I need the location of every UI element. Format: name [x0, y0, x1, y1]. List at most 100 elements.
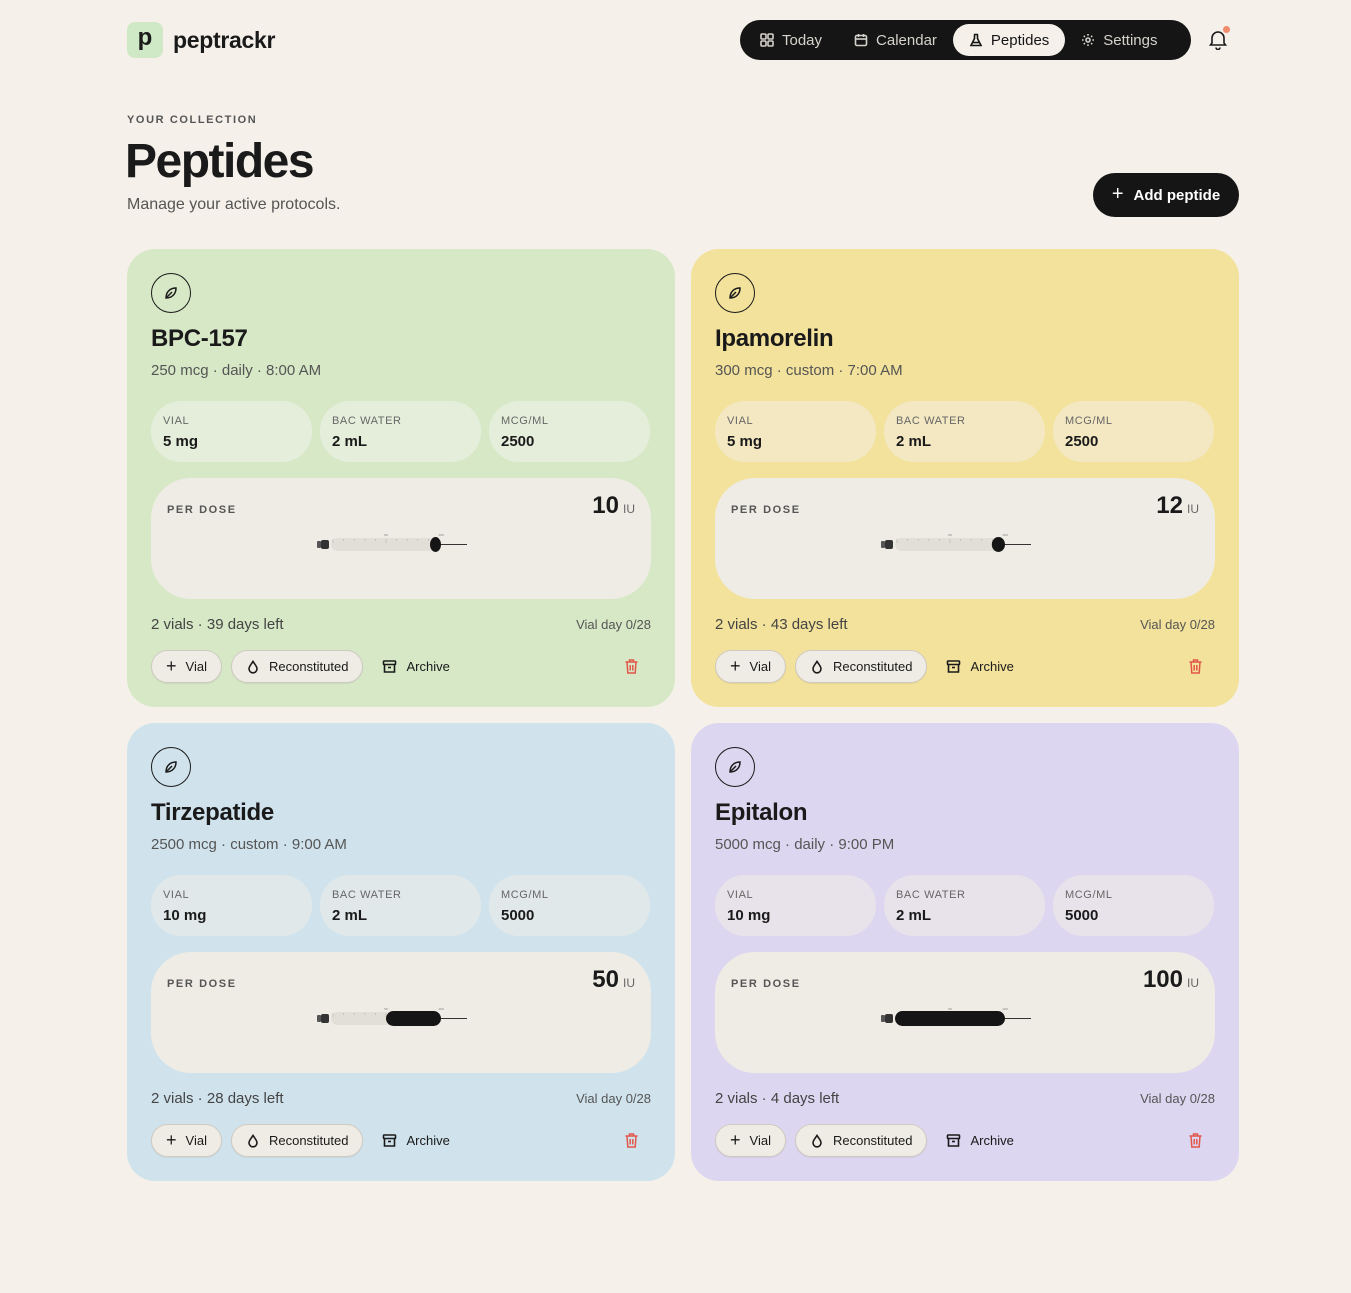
main-nav: Today Calendar Peptides Settings	[740, 20, 1191, 60]
stat-bac-water: BAC WATER 2 mL	[320, 875, 481, 936]
stat-concentration-value: 5000	[501, 907, 535, 924]
trash-icon	[625, 659, 638, 674]
archive-label: Archive	[970, 659, 1014, 674]
leaf-icon	[151, 747, 191, 787]
archive-label: Archive	[406, 659, 450, 674]
nav-calendar[interactable]: Calendar	[838, 24, 953, 56]
per-dose-label: PER DOSE	[167, 978, 237, 990]
notifications-button[interactable]	[1207, 26, 1231, 52]
syringe-plunger-end	[885, 1014, 893, 1023]
peptide-stats: VIAL 10 mg BAC WATER 2 mL MCG/ML 5000	[715, 875, 1214, 936]
droplet-icon	[248, 659, 258, 674]
grid-icon	[760, 33, 774, 47]
add-vial-button[interactable]: + Vial	[715, 1124, 786, 1157]
syringe-cap	[881, 1015, 885, 1022]
trash-icon	[1189, 659, 1202, 674]
nav-peptides[interactable]: Peptides	[952, 24, 1066, 56]
archive-icon	[383, 1134, 397, 1147]
nav-settings[interactable]: Settings	[1065, 24, 1173, 56]
peptide-stats: VIAL 5 mg BAC WATER 2 mL MCG/ML 2500	[151, 401, 650, 462]
per-dose-amount: 12 IU	[1156, 492, 1199, 520]
leaf-icon	[715, 747, 755, 787]
stat-concentration-label: MCG/ML	[1065, 415, 1113, 427]
stat-concentration: MCG/ML 5000	[489, 875, 650, 936]
delete-button[interactable]	[624, 1132, 639, 1149]
brand-mark: p	[127, 22, 163, 58]
reconstituted-button[interactable]: Reconstituted	[794, 650, 928, 683]
stat-bac-water-value: 2 mL	[332, 433, 368, 450]
nav-peptides-label: Peptides	[990, 31, 1050, 49]
syringe-mark-100: 100	[438, 534, 444, 537]
per-dose-unit: IU	[623, 502, 635, 516]
syringe-mark-50: 50	[948, 1008, 952, 1011]
add-vial-button[interactable]: + Vial	[151, 650, 222, 683]
add-vial-button[interactable]: + Vial	[151, 1124, 222, 1157]
plus-icon: +	[166, 1129, 177, 1150]
syringe-gauge: 50 100	[881, 534, 1031, 552]
brand-logo[interactable]: p peptrackr	[127, 22, 275, 58]
per-dose-value: 100	[1142, 966, 1183, 993]
peptide-stats: VIAL 10 mg BAC WATER 2 mL MCG/ML 5000	[151, 875, 650, 936]
syringe-gauge: 50 100	[881, 1008, 1031, 1026]
stat-concentration-value: 2500	[501, 433, 535, 450]
reconstituted-label: Reconstituted	[832, 1133, 913, 1148]
archive-button[interactable]: Archive	[372, 1124, 459, 1157]
per-dose-value: 12	[1156, 492, 1183, 519]
archive-button[interactable]: Archive	[936, 650, 1023, 683]
add-vial-button[interactable]: + Vial	[715, 650, 786, 683]
per-dose-panel: PER DOSE 100 IU 50 100	[715, 952, 1215, 1073]
nav-today[interactable]: Today	[744, 24, 838, 56]
peptide-schedule: 300 mcg · custom · 7:00 AM	[715, 362, 903, 379]
stat-concentration-label: MCG/ML	[501, 889, 549, 901]
page-title: Peptides	[125, 135, 315, 188]
gear-icon	[1082, 34, 1095, 46]
stat-vial-value: 10 mg	[163, 907, 207, 924]
card-actions: + Vial Reconstituted Archive	[715, 650, 1024, 683]
peptide-schedule: 5000 mcg · daily · 9:00 PM	[715, 836, 895, 853]
stat-bac-water: BAC WATER 2 mL	[884, 401, 1045, 462]
syringe-mark-100: 100	[1002, 534, 1008, 537]
stat-bac-water-value: 2 mL	[896, 907, 932, 924]
stat-vial: VIAL 10 mg	[151, 875, 312, 936]
stat-bac-water-label: BAC WATER	[332, 889, 402, 901]
plus-icon: +	[730, 1129, 741, 1150]
page-subtitle: Manage your active protocols.	[127, 196, 341, 213]
syringe-fill	[386, 1011, 441, 1026]
reconstituted-button[interactable]: Reconstituted	[230, 650, 364, 683]
peptide-stats: VIAL 5 mg BAC WATER 2 mL MCG/ML 2500	[715, 401, 1214, 462]
reconstituted-button[interactable]: Reconstituted	[230, 1124, 364, 1157]
syringe-fill	[991, 537, 1005, 552]
stat-bac-water-label: BAC WATER	[896, 889, 966, 901]
flask-icon	[969, 33, 983, 47]
archive-button[interactable]: Archive	[936, 1124, 1023, 1157]
syringe-cap	[881, 541, 885, 548]
delete-button[interactable]	[624, 658, 639, 675]
peptide-card-0: BPC-157 250 mcg · daily · 8:00 AM VIAL 5…	[127, 249, 675, 707]
add-vial-label: Vial	[185, 1133, 207, 1148]
per-dose-label: PER DOSE	[731, 504, 801, 516]
peptide-name: Tirzepatide	[151, 799, 274, 826]
vial-day: Vial day 0/28	[1140, 617, 1215, 632]
reconstituted-button[interactable]: Reconstituted	[794, 1124, 928, 1157]
plus-icon: +	[166, 655, 177, 676]
stat-concentration: MCG/ML 2500	[489, 401, 650, 462]
vials-remaining: 2 vials · 39 days left	[151, 616, 284, 633]
peptide-card-2: Tirzepatide 2500 mcg · custom · 9:00 AM …	[127, 723, 675, 1181]
calendar-icon	[854, 34, 868, 47]
droplet-icon	[812, 1133, 822, 1148]
peptide-card-1: Ipamorelin 300 mcg · custom · 7:00 AM VI…	[691, 249, 1239, 707]
droplet-icon	[248, 1133, 258, 1148]
vials-remaining: 2 vials · 28 days left	[151, 1090, 284, 1107]
add-peptide-button[interactable]: + Add peptide	[1093, 173, 1239, 217]
delete-button[interactable]	[1188, 658, 1203, 675]
syringe-cap	[317, 1015, 321, 1022]
stat-bac-water: BAC WATER 2 mL	[884, 875, 1045, 936]
archive-button[interactable]: Archive	[372, 650, 459, 683]
archive-icon	[947, 660, 961, 673]
stat-vial-value: 5 mg	[727, 433, 763, 450]
peptide-card-3: Epitalon 5000 mcg · daily · 9:00 PM VIAL…	[691, 723, 1239, 1181]
delete-button[interactable]	[1188, 1132, 1203, 1149]
peptide-name: Epitalon	[715, 799, 808, 826]
syringe-gauge: 50 100	[317, 1008, 467, 1026]
stat-vial-label: VIAL	[727, 415, 754, 427]
